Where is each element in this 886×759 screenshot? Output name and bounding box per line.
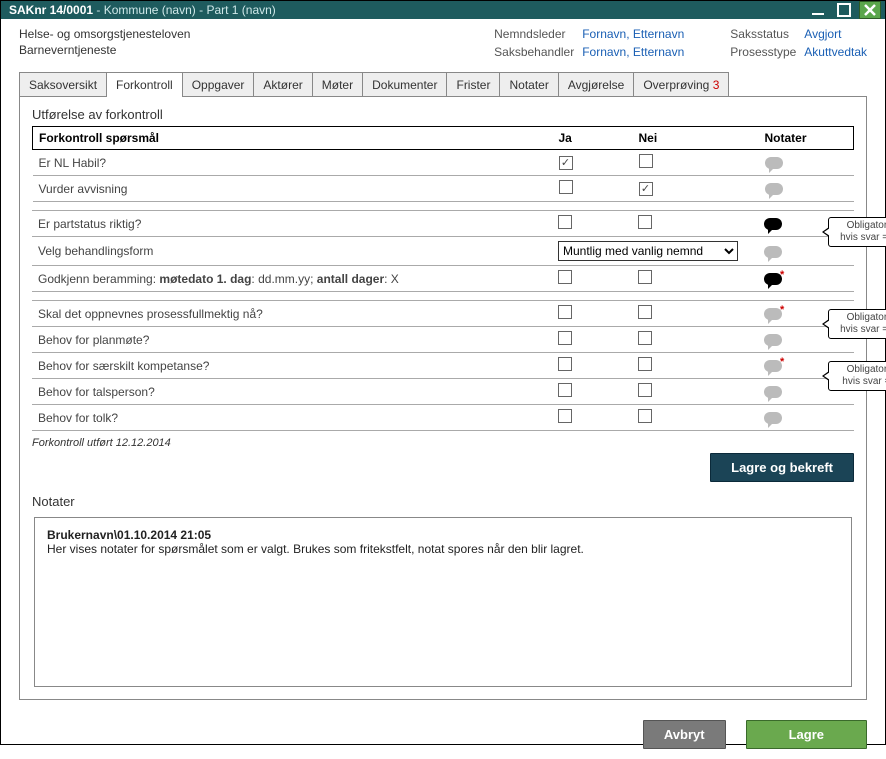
note-icon[interactable] bbox=[764, 386, 782, 398]
checkbox-ja[interactable] bbox=[559, 156, 573, 170]
note-icon[interactable] bbox=[764, 412, 782, 424]
callout-obligatorisk-ja: Obligatoriskhvis svar = Ja bbox=[828, 361, 886, 391]
forkontroll-panel: Utførelse av forkontroll Forkontroll spø… bbox=[19, 96, 867, 700]
row-partstatus: Er partstatus riktig? Obligatoriskhvis s… bbox=[32, 211, 854, 237]
case-meta: Helse- og omsorgstjenesteloven Barnevern… bbox=[1, 19, 885, 65]
note-icon[interactable] bbox=[765, 183, 783, 195]
callout-obligatorisk-nei: Obligatoriskhvis svar = Nei bbox=[828, 309, 886, 339]
minimize-button[interactable] bbox=[807, 1, 829, 19]
save-confirm-button[interactable]: Lagre og bekreft bbox=[710, 453, 854, 482]
questions-table-2: Er partstatus riktig? Obligatoriskhvis s… bbox=[32, 210, 854, 292]
callout-obligatorisk-nei: Obligatoriskhvis svar = Nei bbox=[828, 217, 886, 247]
row-nl-habil: Er NL Habil? bbox=[33, 150, 854, 176]
checkbox-nei[interactable] bbox=[638, 215, 652, 229]
behandlingsform-select[interactable]: Muntlig med vanlig nemnd bbox=[558, 241, 738, 261]
tab-bar: Saksoversikt Forkontroll Oppgaver Aktøre… bbox=[19, 71, 867, 96]
tab-forkontroll[interactable]: Forkontroll bbox=[106, 72, 183, 97]
required-icon: * bbox=[780, 269, 784, 281]
note-icon[interactable] bbox=[764, 246, 782, 258]
dialog-buttons: Avbryt Lagre bbox=[1, 712, 885, 759]
saksbehandler-label: Saksbehandler bbox=[494, 45, 574, 60]
required-icon: * bbox=[780, 356, 784, 368]
tab-notater[interactable]: Notater bbox=[499, 72, 558, 97]
tab-frister[interactable]: Frister bbox=[446, 72, 500, 97]
law-name: Helse- og omsorgstjenesteloven bbox=[19, 27, 494, 41]
required-icon: * bbox=[780, 304, 784, 316]
tab-moter[interactable]: Møter bbox=[312, 72, 363, 97]
checkbox-nei[interactable] bbox=[638, 409, 652, 423]
note-header: Brukernavn\01.10.2014 21:05 bbox=[47, 528, 839, 542]
close-button[interactable] bbox=[859, 1, 881, 19]
prosesstype-value: Akuttvedtak bbox=[804, 45, 867, 60]
kommune-name: Kommune (navn) bbox=[104, 3, 196, 17]
checkbox-nei[interactable] bbox=[638, 331, 652, 345]
nemndsleder-value[interactable]: Fornavn, Etternavn bbox=[582, 27, 684, 42]
checkbox-ja[interactable] bbox=[558, 270, 572, 284]
saksstatus-value: Avgjort bbox=[804, 27, 867, 42]
row-godkjenn-beramming: Godkjenn beramming: møtedato 1. dag: dd.… bbox=[32, 266, 854, 292]
checkbox-nei[interactable] bbox=[638, 270, 652, 284]
row-kompetanse: Behov for særskilt kompetanse? * Obligat… bbox=[32, 353, 854, 379]
tab-aktorer[interactable]: Aktører bbox=[253, 72, 312, 97]
checkbox-nei[interactable] bbox=[638, 305, 652, 319]
checkbox-ja[interactable] bbox=[559, 180, 573, 194]
row-prosessfullmektig: Skal det oppnevnes prosessfullmektig nå?… bbox=[32, 301, 854, 327]
checkbox-ja[interactable] bbox=[558, 305, 572, 319]
checkbox-ja[interactable] bbox=[558, 331, 572, 345]
tab-oppgaver[interactable]: Oppgaver bbox=[182, 72, 255, 97]
questions-table-3: Skal det oppnevnes prosessfullmektig nå?… bbox=[32, 300, 854, 431]
row-tolk: Behov for tolk? bbox=[32, 405, 854, 431]
window-title: SAKnr 14/0001 - Kommune (navn) - Part 1 … bbox=[9, 3, 803, 17]
note-body: Her vises notater for spørsmålet som er … bbox=[47, 542, 839, 556]
service-name: Barneverntjeneste bbox=[19, 43, 494, 57]
note-icon[interactable] bbox=[765, 157, 783, 169]
checkbox-ja[interactable] bbox=[558, 215, 572, 229]
overproving-count: 3 bbox=[713, 78, 720, 92]
questions-table-1: Forkontroll spørsmål Ja Nei Notater Er N… bbox=[32, 126, 854, 202]
checkbox-nei[interactable] bbox=[639, 182, 653, 196]
section-title: Utførelse av forkontroll bbox=[32, 107, 854, 122]
saksstatus-label: Saksstatus bbox=[730, 27, 796, 42]
checkbox-ja[interactable] bbox=[558, 409, 572, 423]
checkbox-ja[interactable] bbox=[558, 383, 572, 397]
row-talsperson: Behov for talsperson? bbox=[32, 379, 854, 405]
row-vurder-avvisning: Vurder avvisning bbox=[33, 176, 854, 202]
tab-dokumenter[interactable]: Dokumenter bbox=[362, 72, 447, 97]
maximize-button[interactable] bbox=[833, 1, 855, 19]
forkontroll-date: Forkontroll utført 12.12.2014 bbox=[32, 437, 854, 449]
col-ja: Ja bbox=[553, 127, 633, 150]
prosesstype-label: Prosesstype bbox=[730, 45, 796, 60]
col-question: Forkontroll spørsmål bbox=[33, 127, 553, 150]
case-number: SAKnr 14/0001 bbox=[9, 3, 93, 17]
checkbox-nei[interactable] bbox=[638, 357, 652, 371]
saksbehandler-value[interactable]: Fornavn, Etternavn bbox=[582, 45, 684, 60]
main-window: SAKnr 14/0001 - Kommune (navn) - Part 1 … bbox=[0, 0, 886, 745]
tab-saksoversikt[interactable]: Saksoversikt bbox=[19, 72, 107, 97]
row-behandlingsform: Velg behandlingsform Muntlig med vanlig … bbox=[32, 237, 854, 266]
tab-avgjorelse[interactable]: Avgjørelse bbox=[558, 72, 634, 97]
note-icon[interactable] bbox=[764, 218, 782, 230]
notes-box[interactable]: Brukernavn\01.10.2014 21:05 Her vises no… bbox=[34, 517, 852, 687]
row-planmote: Behov for planmøte? bbox=[32, 327, 854, 353]
checkbox-nei[interactable] bbox=[639, 154, 653, 168]
checkbox-ja[interactable] bbox=[558, 357, 572, 371]
titlebar: SAKnr 14/0001 - Kommune (navn) - Part 1 … bbox=[1, 1, 885, 19]
col-notater: Notater bbox=[753, 127, 854, 150]
checkbox-nei[interactable] bbox=[638, 383, 652, 397]
notes-title: Notater bbox=[32, 494, 854, 509]
col-nei: Nei bbox=[633, 127, 753, 150]
note-icon[interactable] bbox=[764, 334, 782, 346]
tab-overproving[interactable]: Overprøving 3 bbox=[633, 72, 729, 97]
nemndsleder-label: Nemndsleder bbox=[494, 27, 574, 42]
part-name: Part 1 (navn) bbox=[206, 3, 275, 17]
